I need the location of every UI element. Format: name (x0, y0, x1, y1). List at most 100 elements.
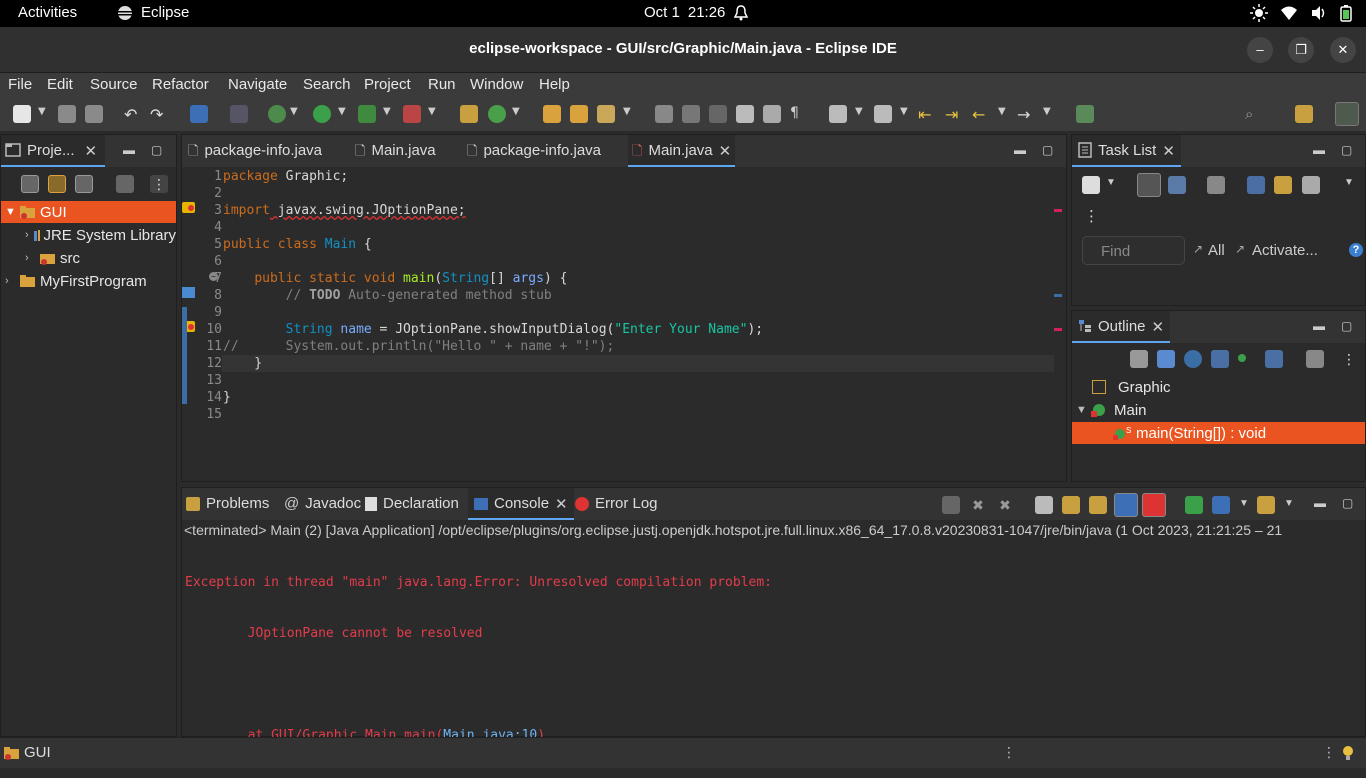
categorized-icon[interactable] (1137, 173, 1161, 197)
error-marker-icon[interactable] (182, 202, 195, 213)
tab-error-log[interactable]: Error Log (575, 488, 658, 520)
chevron-down-icon[interactable]: ▼ (623, 107, 631, 117)
chevron-down-icon[interactable]: ▼ (428, 107, 436, 117)
undo-icon[interactable]: ↶ (124, 105, 142, 124)
new-icon[interactable] (13, 105, 31, 123)
maximize-panel-icon[interactable]: ▢ (1042, 143, 1053, 157)
tab-problems[interactable]: Problems (186, 488, 269, 520)
word-wrap-icon[interactable] (1089, 496, 1107, 514)
maximize-panel-icon[interactable]: ▢ (1342, 496, 1353, 510)
tree-item-gui[interactable]: ▼ GUI (1, 201, 176, 223)
minimize-panel-icon[interactable]: ▬ (1313, 143, 1325, 157)
chevron-down-icon[interactable]: ▼ (1043, 107, 1051, 117)
forward-icon[interactable]: → (1017, 105, 1035, 124)
tab-console[interactable]: Console ✕ (468, 488, 574, 520)
back-icon[interactable]: ← (972, 105, 990, 124)
hide-completed-icon[interactable] (1247, 176, 1265, 194)
overview-task-mark[interactable] (1054, 294, 1062, 297)
system-tray[interactable] (1250, 4, 1352, 22)
java-perspective-icon[interactable] (1335, 102, 1359, 126)
hide-static-icon[interactable] (1211, 350, 1229, 368)
open-task-icon[interactable] (570, 105, 588, 123)
maximize-panel-icon[interactable]: ▢ (1341, 143, 1352, 157)
chevron-down-icon[interactable]: ▼ (338, 107, 346, 117)
menu-help[interactable]: Help (539, 76, 570, 93)
sort-icon[interactable] (1157, 350, 1175, 368)
chevron-down-icon[interactable]: ▼ (383, 107, 391, 117)
menu-source[interactable]: Source (90, 76, 138, 93)
new-java-project-icon[interactable] (460, 105, 478, 123)
tab-declaration[interactable]: Declaration (365, 488, 459, 520)
chevron-down-icon[interactable]: ▼ (1076, 404, 1090, 416)
close-icon[interactable]: ✕ (555, 495, 568, 513)
next-annotation-icon[interactable] (829, 105, 847, 123)
tab-outline[interactable]: Outline ✕ (1072, 311, 1171, 343)
menu-edit[interactable]: Edit (47, 76, 73, 93)
chevron-down-icon[interactable]: ▼ (1284, 499, 1294, 509)
hide-nonpublic-icon[interactable] (1238, 354, 1246, 362)
overview-error-mark[interactable] (1054, 328, 1062, 331)
prev-annotation-icon[interactable] (874, 105, 892, 123)
activate-link[interactable]: Activate... (1252, 242, 1318, 259)
tab-package-info-2[interactable]: 🗋 package-info.java (467, 135, 601, 167)
clock[interactable]: Oct 1 21:26 (644, 4, 749, 22)
next-edit-icon[interactable]: ⇥ (945, 105, 963, 124)
close-window-button[interactable]: ✕ (1330, 37, 1356, 63)
pilcrow-icon[interactable]: ¶ (790, 105, 808, 123)
close-icon[interactable]: ✕ (1152, 318, 1165, 336)
save-icon[interactable] (58, 105, 76, 123)
scroll-lock-icon[interactable] (1062, 496, 1080, 514)
maximize-panel-icon[interactable]: ▢ (151, 143, 162, 157)
close-icon[interactable]: ✕ (85, 142, 98, 160)
menu-run[interactable]: Run (428, 76, 456, 93)
task-find-input[interactable]: Find (1082, 236, 1185, 265)
search-tool-icon[interactable] (597, 105, 615, 123)
open-perspective-icon[interactable] (1295, 105, 1313, 123)
hide-fields-icon[interactable] (1184, 350, 1202, 368)
all-filter-link[interactable]: All (1208, 242, 1225, 259)
collapse-all-icon[interactable] (1130, 350, 1148, 368)
outline-item-package[interactable]: Graphic (1072, 376, 1365, 398)
minimize-button[interactable]: – (1247, 37, 1273, 63)
run-icon[interactable] (313, 105, 331, 123)
outline-item-main-class[interactable]: ▼ Main (1072, 399, 1365, 421)
show-whitespace-icon[interactable] (763, 105, 781, 123)
tab-task-list[interactable]: Task List ✕ (1072, 135, 1181, 167)
hide-local-types-icon[interactable] (1265, 350, 1283, 368)
chevron-down-icon[interactable]: ▼ (1106, 178, 1116, 188)
menu-project[interactable]: Project (364, 76, 411, 93)
link-with-editor-icon[interactable] (48, 175, 66, 193)
view-menu-icon[interactable]: ⋮ (1340, 350, 1358, 368)
close-icon[interactable]: ✕ (719, 142, 732, 160)
minimize-panel-icon[interactable]: ▬ (123, 143, 135, 157)
chevron-down-icon[interactable]: ▼ (998, 107, 1006, 117)
chevron-down-icon[interactable]: ▼ (900, 107, 908, 117)
more-menu-icon[interactable]: ⋮ (1084, 207, 1099, 225)
fold-icon[interactable]: − (209, 272, 218, 281)
close-icon[interactable]: ✕ (1162, 142, 1175, 160)
last-edit-icon[interactable]: ⇤ (918, 105, 936, 124)
menu-refactor[interactable]: Refactor (152, 76, 209, 93)
search-icon[interactable]: ⌕ (1245, 105, 1263, 123)
display-console-icon[interactable] (1212, 496, 1230, 514)
chevron-right-icon[interactable]: › (25, 252, 39, 264)
pin-editor-icon[interactable] (1076, 105, 1094, 123)
menu-window[interactable]: Window (470, 76, 523, 93)
focus-icon[interactable] (116, 175, 134, 193)
chevron-right-icon[interactable]: › (5, 275, 19, 287)
view-menu-icon[interactable]: ⋮ (150, 175, 168, 193)
tree-item-jre[interactable]: › JRE System Library (1, 224, 176, 246)
highlight-icon[interactable] (682, 105, 700, 123)
debug-icon[interactable] (268, 105, 286, 123)
tab-project-explorer[interactable]: Proje... ✕ (1, 135, 105, 167)
help-icon[interactable]: ? (1349, 243, 1363, 257)
coverage-icon[interactable] (358, 105, 376, 123)
maximize-button[interactable]: ❐ (1288, 37, 1314, 63)
annotation-icon[interactable] (655, 105, 673, 123)
show-on-stdout-icon[interactable] (1114, 493, 1138, 517)
status-separator-icon[interactable]: ⋮ (1002, 744, 1016, 761)
focus-icon[interactable] (1306, 350, 1324, 368)
chevron-down-icon[interactable]: ▼ (855, 107, 863, 117)
remove-all-icon[interactable]: ✖ (996, 496, 1014, 514)
chevron-down-icon[interactable]: ▼ (1344, 178, 1354, 188)
